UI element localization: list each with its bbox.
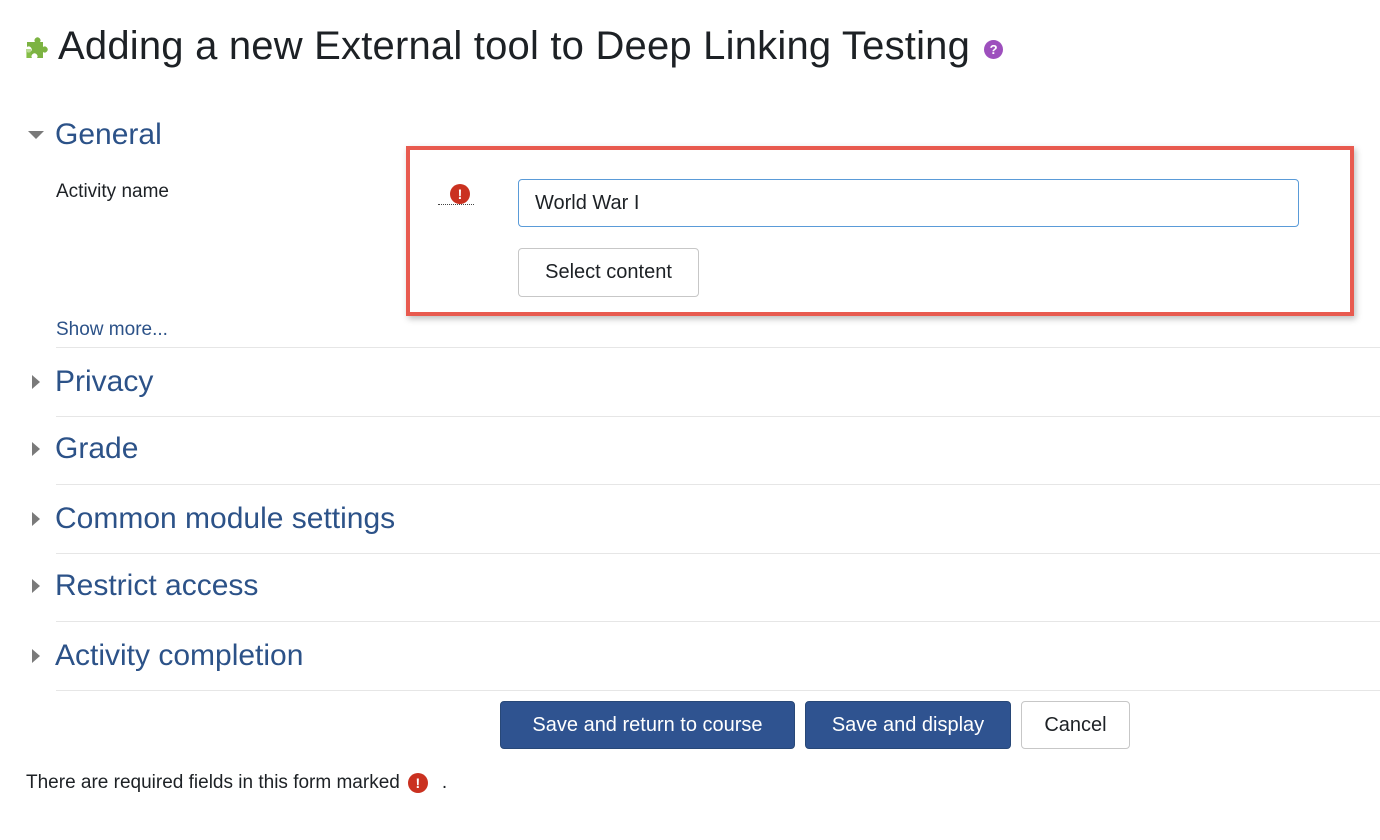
section-divider: [56, 416, 1380, 417]
section-divider: [56, 484, 1380, 485]
section-grade-toggle[interactable]: Grade: [28, 432, 138, 466]
save-and-display-button[interactable]: Save and display: [805, 701, 1011, 749]
save-and-return-button[interactable]: Save and return to course: [500, 701, 795, 749]
required-fields-note-text: There are required fields in this form m…: [26, 772, 400, 793]
section-restrict-access-toggle[interactable]: Restrict access: [28, 569, 258, 603]
page-title: Adding a new External tool to Deep Linki…: [58, 24, 971, 68]
section-grade-title: Grade: [55, 432, 139, 465]
select-content-button[interactable]: Select content: [518, 248, 699, 297]
activity-name-input[interactable]: [518, 179, 1299, 227]
section-divider: [56, 621, 1380, 622]
section-privacy-toggle[interactable]: Privacy: [28, 365, 153, 399]
exclamation-circle-icon: !: [407, 773, 428, 793]
caret-right-icon: [32, 512, 40, 526]
section-common-module-settings-title: Common module settings: [55, 502, 396, 535]
required-fields-note: There are required fields in this form m…: [26, 772, 447, 794]
section-general-title: General: [55, 118, 162, 151]
puzzle-piece-icon: [26, 36, 48, 58]
exclamation-circle-icon: !: [450, 184, 470, 204]
required-fields-note-period: .: [441, 772, 448, 793]
section-divider: [56, 690, 1380, 691]
section-divider: [56, 347, 1380, 348]
section-divider: [56, 553, 1380, 554]
cancel-button[interactable]: Cancel: [1021, 701, 1130, 749]
section-common-module-settings-toggle[interactable]: Common module settings: [28, 502, 395, 536]
show-more-link[interactable]: Show more...: [56, 319, 168, 341]
section-restrict-access-title: Restrict access: [55, 569, 259, 602]
section-privacy-title: Privacy: [55, 365, 154, 398]
caret-down-icon: [28, 131, 44, 139]
caret-right-icon: [32, 579, 40, 593]
section-activity-completion-title: Activity completion: [55, 639, 304, 672]
section-activity-completion-toggle[interactable]: Activity completion: [28, 639, 303, 673]
question-circle-icon[interactable]: ?: [984, 40, 1004, 59]
required-indicator-underline: [438, 204, 474, 205]
caret-right-icon: [32, 442, 40, 456]
edit-activity-page: Adding a new External tool to Deep Linki…: [0, 0, 1380, 840]
activity-name-label: Activity name: [56, 181, 169, 202]
section-general-toggle[interactable]: General: [28, 118, 162, 152]
page-heading: Adding a new External tool to Deep Linki…: [22, 24, 1004, 69]
caret-right-icon: [32, 375, 40, 389]
caret-right-icon: [32, 649, 40, 663]
